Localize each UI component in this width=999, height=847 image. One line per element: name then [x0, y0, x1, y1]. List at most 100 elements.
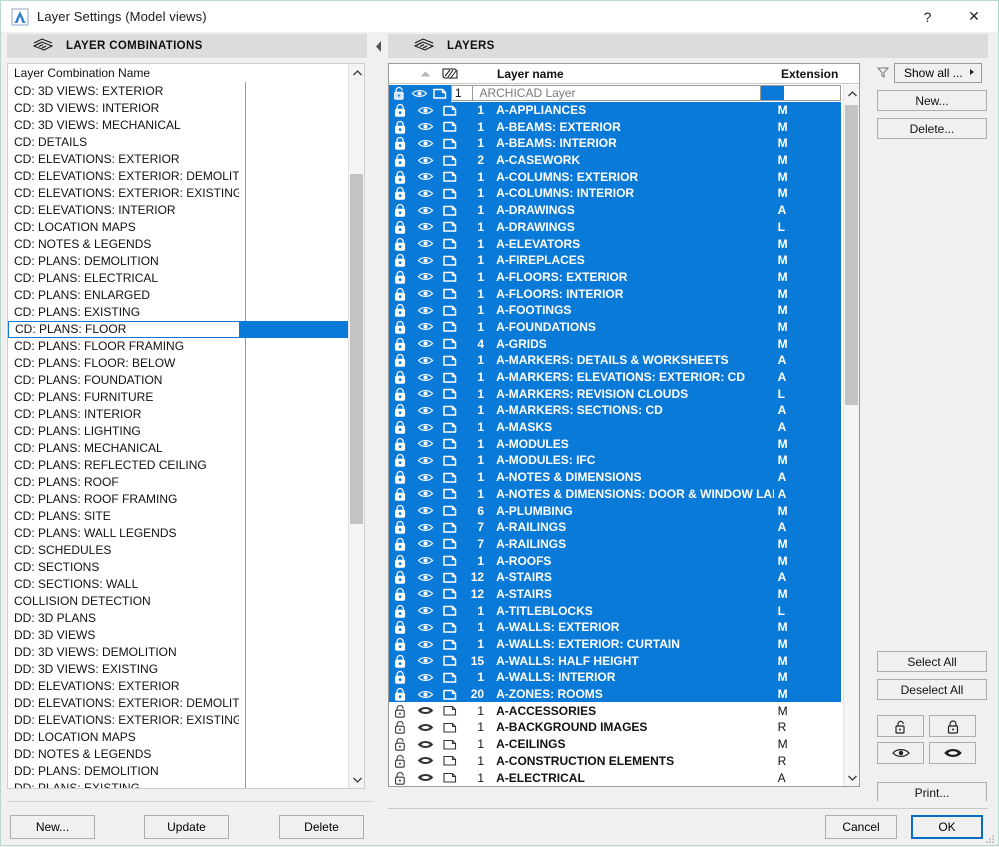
wireframe-toggle[interactable] — [438, 621, 463, 634]
layer-row[interactable]: 1 A-CEILINGS M — [389, 736, 841, 753]
wireframe-toggle[interactable] — [438, 704, 463, 717]
resize-grip-icon[interactable] — [985, 833, 995, 843]
layer-row[interactable]: 1 A-ROOFS M — [389, 552, 841, 569]
wireframe-toggle[interactable] — [438, 154, 463, 167]
layer-combination-row[interactable]: DD: LOCATION MAPS — [8, 729, 348, 746]
visibility-toggle[interactable] — [409, 85, 430, 102]
visibility-toggle[interactable] — [413, 388, 438, 399]
visibility-toggle[interactable] — [413, 121, 438, 132]
lock-toggle[interactable] — [389, 637, 413, 651]
layer-combination-row[interactable]: CD: PLANS: REFLECTED CEILING — [8, 457, 348, 474]
layer-combinations-scrollbar[interactable] — [348, 64, 364, 788]
layer-combination-row[interactable]: CD: ELEVATIONS: EXTERIOR — [8, 151, 348, 168]
layer-combination-row[interactable]: DD: ELEVATIONS: EXTERIOR — [8, 678, 348, 695]
lock-toggle[interactable] — [389, 587, 413, 601]
layer-combination-row[interactable]: CD: PLANS: INTERIOR — [8, 406, 348, 423]
wireframe-toggle[interactable] — [438, 354, 463, 367]
layers-table[interactable]: Layer name Extension 1 ARCHICAD Layer 1 A-A… — [388, 63, 860, 787]
layer-row[interactable]: 1 A-BEAMS: EXTERIOR M — [389, 118, 841, 136]
lock-toggle[interactable] — [389, 387, 413, 401]
layer-row[interactable]: 1 A-ACCESSORIES M — [389, 702, 841, 719]
layer-row[interactable]: 12 A-STAIRS M — [389, 585, 841, 603]
show-layers-button[interactable] — [877, 742, 924, 764]
lock-toggle[interactable] — [389, 620, 413, 635]
visibility-toggle[interactable] — [413, 271, 438, 282]
lock-layers-button[interactable] — [929, 715, 976, 737]
wireframe-toggle[interactable] — [438, 654, 463, 667]
wireframe-toggle[interactable] — [438, 771, 463, 784]
lock-toggle[interactable] — [389, 170, 413, 184]
lock-toggle[interactable] — [389, 720, 413, 735]
lock-toggle[interactable] — [389, 337, 413, 351]
visibility-toggle[interactable] — [413, 538, 438, 549]
visibility-toggle[interactable] — [413, 522, 438, 533]
layer-combination-row[interactable]: CD: 3D VIEWS: EXTERIOR — [8, 83, 348, 100]
lock-toggle[interactable] — [389, 370, 413, 384]
scrollbar-thumb[interactable] — [845, 105, 858, 405]
lock-toggle[interactable] — [389, 737, 413, 751]
layer-combination-row[interactable]: CD: PLANS: DEMOLITION — [8, 253, 348, 270]
wireframe-toggle[interactable] — [438, 170, 463, 183]
visibility-toggle[interactable] — [413, 455, 438, 466]
lock-toggle[interactable] — [389, 120, 413, 134]
layer-row[interactable]: 6 A-PLUMBING M — [389, 502, 841, 519]
lock-toggle[interactable] — [389, 570, 413, 584]
wireframe-toggle[interactable] — [438, 270, 463, 283]
wireframe-toggle[interactable] — [438, 688, 463, 701]
wireframe-toggle[interactable] — [438, 304, 463, 317]
visibility-toggle[interactable] — [413, 505, 438, 516]
layer-row[interactable]: 1 A-MARKERS: REVISION CLOUDS L — [389, 385, 841, 403]
visibility-toggle[interactable] — [413, 739, 438, 750]
visibility-toggle[interactable] — [413, 238, 438, 249]
layer-number-input[interactable]: 1 — [450, 85, 474, 102]
layer-row[interactable]: 1 A-APPLIANCES M — [389, 101, 841, 119]
visibility-toggle[interactable] — [413, 138, 438, 149]
cancel-button[interactable]: Cancel — [825, 815, 897, 839]
layer-combination-row[interactable]: DD: PLANS: EXISTING — [8, 780, 348, 788]
layer-combination-row[interactable]: CD: PLANS: WALL LEGENDS — [8, 525, 348, 542]
wireframe-toggle[interactable] — [438, 521, 463, 534]
scroll-up-arrow[interactable] — [844, 85, 859, 102]
layer-row[interactable]: 1 A-FIREPLACES M — [389, 251, 841, 269]
help-button[interactable]: ? — [905, 1, 950, 32]
lock-toggle[interactable] — [389, 420, 413, 434]
lock-toggle[interactable] — [389, 136, 413, 151]
layer-row[interactable]: 1 A-TITLEBLOCKS L — [389, 602, 841, 619]
lock-toggle[interactable] — [389, 353, 413, 368]
visibility-toggle[interactable] — [413, 255, 438, 266]
layer-row[interactable]: 4 A-GRIDS M — [389, 335, 841, 352]
wireframe-toggle[interactable] — [438, 237, 463, 250]
visibility-toggle[interactable] — [413, 155, 438, 166]
layer-combination-row[interactable]: COLLISION DETECTION — [8, 593, 348, 610]
layer-row[interactable]: 20 A-ZONES: ROOMS M — [389, 685, 841, 703]
layer-combination-row[interactable]: CD: 3D VIEWS: INTERIOR — [8, 100, 348, 117]
deselect-all-button[interactable]: Deselect All — [877, 679, 987, 700]
layer-row[interactable]: 1 A-BACKGROUND IMAGES R — [389, 719, 841, 736]
layer-combination-row[interactable]: CD: PLANS: FLOOR: BELOW — [8, 355, 348, 372]
wireframe-toggle[interactable] — [438, 421, 463, 434]
wireframe-toggle[interactable] — [438, 404, 463, 417]
visibility-toggle[interactable] — [413, 321, 438, 332]
layer-row[interactable]: 1 A-WALLS: INTERIOR M — [389, 669, 841, 686]
lock-toggle[interactable] — [389, 687, 413, 701]
lock-toggle[interactable] — [389, 287, 413, 301]
lock-toggle[interactable] — [389, 253, 413, 267]
lock-toggle[interactable] — [389, 320, 413, 334]
layer-combination-row[interactable]: CD: PLANS: ENLARGED — [8, 287, 348, 304]
layer-combination-row[interactable]: CD: LOCATION MAPS — [8, 219, 348, 236]
layer-row[interactable]: 1 A-MARKERS: ELEVATIONS: EXTERIOR: CD A — [389, 368, 841, 386]
wireframe-toggle[interactable] — [438, 671, 463, 684]
layer-combination-row[interactable]: CD: NOTES & LEGENDS — [8, 236, 348, 253]
ok-button[interactable]: OK — [911, 815, 983, 839]
visibility-toggle[interactable] — [413, 655, 438, 666]
select-all-button[interactable]: Select All — [877, 651, 987, 672]
layer-row[interactable]: 7 A-RAILINGS M — [389, 535, 841, 553]
layer-row[interactable]: 1 A-MARKERS: SECTIONS: CD A — [389, 402, 841, 419]
layer-name-input[interactable]: ARCHICAD Layer — [473, 85, 762, 102]
layer-combination-row[interactable]: CD: PLANS: ELECTRICAL — [8, 270, 348, 287]
visibility-toggle[interactable] — [413, 338, 438, 349]
lock-toggle[interactable] — [389, 85, 410, 102]
layer-combination-row[interactable]: DD: 3D VIEWS: DEMOLITION — [8, 644, 348, 661]
layer-row[interactable]: 1 A-WALLS: EXTERIOR M — [389, 619, 841, 636]
layer-combination-row[interactable]: CD: ELEVATIONS: INTERIOR — [8, 202, 348, 219]
